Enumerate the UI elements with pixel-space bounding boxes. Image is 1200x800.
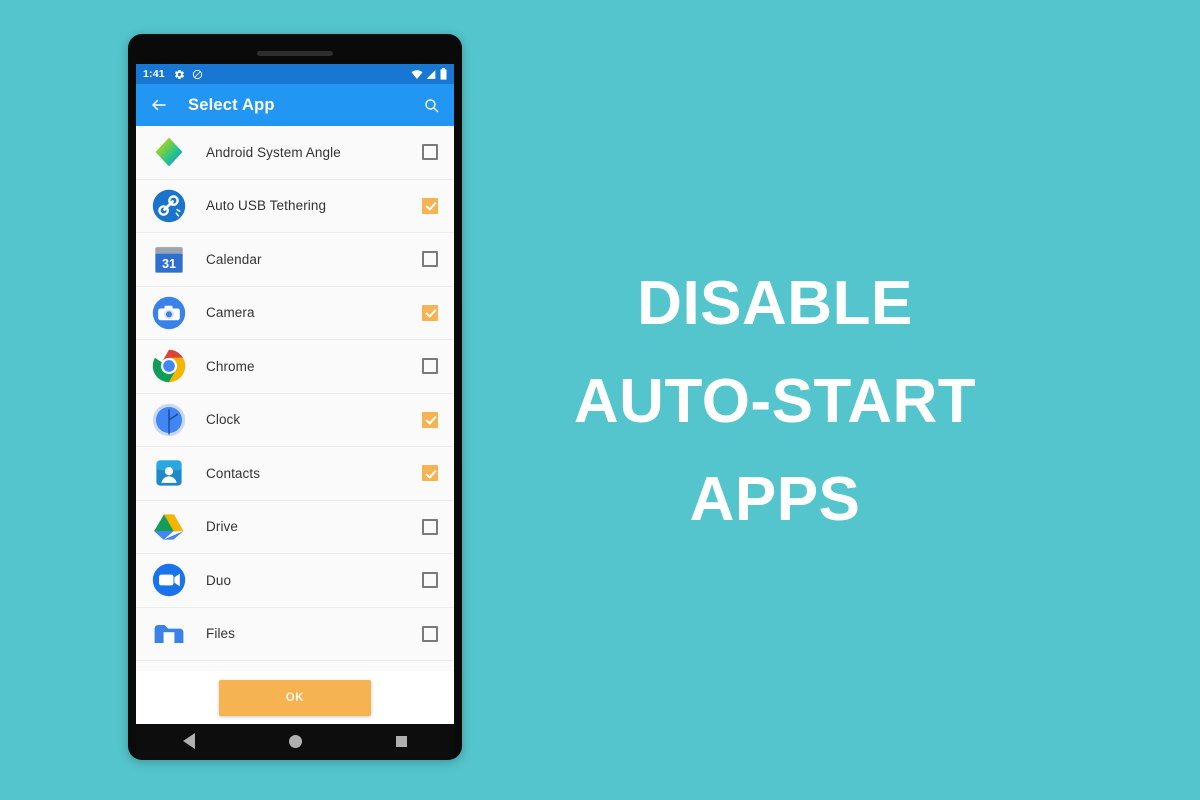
app-bar: Select App [136,84,454,126]
recents-square-icon [395,735,407,747]
list-item-label: Calendar [206,251,262,267]
calendar-icon: 31 [150,240,188,278]
list-item-checkbox[interactable] [422,465,438,482]
list-item[interactable]: 31 Calendar [136,233,454,287]
list-item[interactable]: Files [136,607,454,661]
contacts-icon [150,454,188,492]
home-circle-icon [288,734,302,748]
dialog-footer: OK [136,671,454,724]
list-item[interactable]: Clock [136,393,454,447]
page-title: Select App [188,95,275,114]
list-item[interactable]: Duo [136,554,454,608]
chrome-icon [150,347,188,385]
list-item-label: Files [206,626,236,642]
android-navigation-bar[interactable] [136,724,454,758]
list-item-checkbox[interactable] [422,625,438,642]
wifi-icon [411,69,423,79]
ok-button[interactable]: OK [219,679,371,716]
status-bar-clock: 1:41 [143,68,165,80]
list-item-label: Duo [206,572,232,588]
list-item-checkbox[interactable] [422,197,438,214]
list-item-checkbox[interactable] [422,518,438,535]
usb-tethering-icon [150,187,188,225]
list-item-checkbox[interactable] [422,251,438,268]
gear-icon [174,69,184,79]
back-triangle-icon [183,733,195,749]
list-item-label: Chrome [206,358,255,374]
phone-device-frame: 1:41 Select App Android System Angle Aut… [128,34,462,760]
list-item[interactable]: Chrome [136,340,454,394]
drive-icon [150,508,188,546]
headline-line-2: AUTO-START [573,366,977,436]
headline-line-1: DISABLE [637,269,913,338]
list-item-label: Android System Angle [206,144,341,160]
cell-signal-icon [426,69,436,79]
svg-text:31: 31 [162,257,176,271]
list-item[interactable]: Android System Angle [136,126,454,180]
list-item[interactable]: Contacts [136,447,454,501]
list-item-label: Drive [206,519,239,535]
headline-line-3: APPS [689,464,861,534]
list-item[interactable]: Camera [136,286,454,340]
list-item-label: Auto USB Tethering [206,198,327,214]
list-item-checkbox[interactable] [422,358,438,375]
duo-icon [150,561,188,599]
angle-icon [150,133,188,171]
search-icon[interactable] [423,97,440,114]
back-arrow-icon[interactable] [150,96,168,114]
headline: DISABLE AUTO-START APPS [500,255,1050,549]
clock-icon [150,401,188,439]
list-item-checkbox[interactable] [422,144,438,161]
nav-home-button[interactable] [270,724,320,758]
list-item[interactable]: Auto USB Tethering [136,179,454,233]
poster-canvas: 1:41 Select App Android System Angle Aut… [0,0,1200,800]
list-item-checkbox[interactable] [422,411,438,428]
battery-icon [440,68,447,80]
earpiece-speaker [257,51,333,56]
list-item-checkbox[interactable] [422,304,438,321]
list-item[interactable]: Drive [136,500,454,554]
list-item-label: Contacts [206,465,261,481]
list-item-label: Camera [206,305,255,321]
list-item-checkbox[interactable] [422,572,438,589]
status-bar: 1:41 [136,64,454,84]
status-bar-system-icons [411,68,447,80]
nav-back-button[interactable] [164,724,214,758]
app-list[interactable]: Android System Angle Auto USB Tethering … [136,126,454,724]
status-bar-notification-icons [174,69,203,80]
files-icon [150,615,188,653]
phone-screen: 1:41 Select App Android System Angle Aut… [136,64,454,724]
do-not-disturb-icon [192,69,202,79]
nav-recents-button[interactable] [376,724,426,758]
camera-icon [150,294,188,332]
list-item-label: Clock [206,412,241,428]
